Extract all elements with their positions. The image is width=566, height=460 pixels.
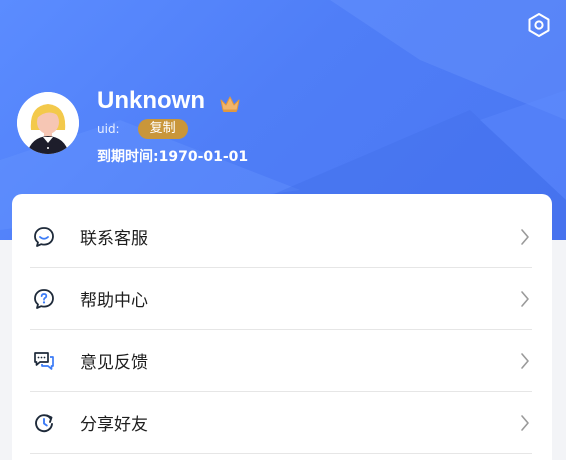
menu-item-help-center[interactable]: 帮助中心 <box>30 268 532 330</box>
chevron-right-icon <box>520 352 530 370</box>
chevron-right-icon <box>520 228 530 246</box>
help-question-icon <box>32 287 56 311</box>
menu-item-label: 联系客服 <box>80 229 148 249</box>
chat-bubble-icon <box>32 225 56 249</box>
menu-card: 联系客服 帮助中心 意见反馈 分享好友 <box>12 194 552 460</box>
uid-row: uid: 复制 <box>97 118 188 140</box>
feedback-messages-icon <box>32 349 56 373</box>
user-name: Unknown <box>97 87 205 114</box>
menu-item-label: 分享好友 <box>80 415 148 435</box>
menu-item-feedback[interactable]: 意见反馈 <box>30 330 532 392</box>
chevron-right-icon <box>520 414 530 432</box>
uid-label: uid: <box>97 122 120 136</box>
expiry-date: 到期时间:1970-01-01 <box>97 149 249 165</box>
menu-item-label: 意见反馈 <box>80 353 148 373</box>
user-name-row: Unknown <box>97 86 241 116</box>
menu-item-label: 帮助中心 <box>80 291 148 311</box>
chevron-right-icon <box>520 290 530 308</box>
menu-item-contact-support[interactable]: 联系客服 <box>30 206 532 268</box>
avatar[interactable] <box>17 92 79 154</box>
settings-icon[interactable] <box>526 12 552 38</box>
share-refresh-icon <box>32 411 56 435</box>
menu-item-share-friends[interactable]: 分享好友 <box>30 392 532 454</box>
crown-icon <box>219 92 241 112</box>
copy-uid-button[interactable]: 复制 <box>137 119 188 139</box>
